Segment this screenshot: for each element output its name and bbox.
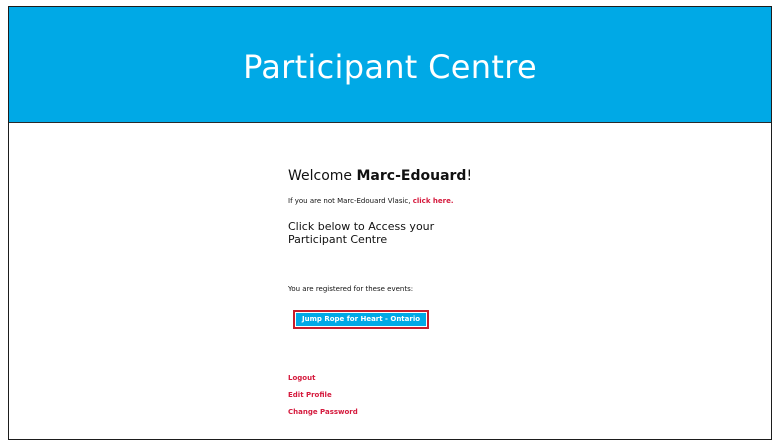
click-here-link[interactable]: click here. [413,197,454,205]
page-title: Participant Centre [243,47,537,86]
account-links: Logout Edit Profile Change Password [288,373,548,417]
welcome-heading: Welcome Marc-Edouard! [288,167,548,185]
welcome-suffix: ! [466,168,473,184]
change-password-link[interactable]: Change Password [288,407,548,417]
edit-profile-link[interactable]: Edit Profile [288,390,548,400]
user-name: Marc-Edouard [356,168,467,184]
page-frame: Participant Centre Welcome Marc-Edouard!… [8,6,772,440]
event-button-jump-rope[interactable]: Jump Rope for Heart - Ontario [296,313,427,326]
event-button-outline: Jump Rope for Heart - Ontario [293,310,430,329]
main-content: Welcome Marc-Edouard! If you are not Mar… [288,167,548,424]
access-instructions: Click below to Access your Participant C… [288,220,435,246]
header-banner: Participant Centre [9,7,771,123]
registered-events-label: You are registered for these events: [288,285,414,293]
welcome-prefix: Welcome [288,168,357,184]
logout-link[interactable]: Logout [288,373,548,383]
not-you-text: If you are not Marc-Edouard Vlasic, [288,197,413,205]
not-you-message: If you are not Marc-Edouard Vlasic, clic… [288,196,548,206]
